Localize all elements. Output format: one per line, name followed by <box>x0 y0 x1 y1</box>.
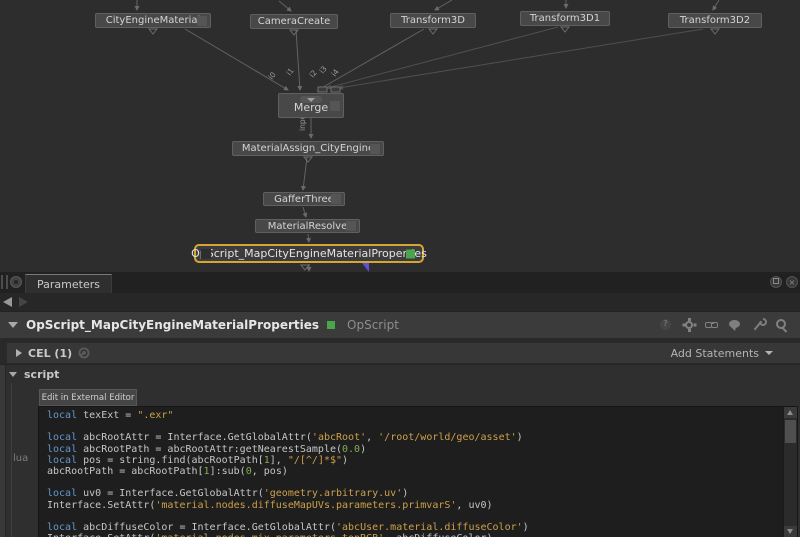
panel-window-buttons: × <box>770 276 798 288</box>
cel-label: CEL (1) <box>28 347 72 360</box>
collapse-parameters-icon[interactable] <box>8 322 18 328</box>
add-statements-label: Add Statements <box>671 347 759 360</box>
search-icon[interactable] <box>774 318 788 332</box>
glasses-icon[interactable] <box>705 318 719 332</box>
node-badge <box>346 221 356 231</box>
wrench-icon[interactable] <box>751 318 765 332</box>
add-statements-dropdown[interactable]: Add Statements <box>671 347 791 360</box>
code-line: local pos = string.find(abcRootPath[1], … <box>47 455 783 466</box>
script-language-label: lua <box>13 453 28 464</box>
script-group: script Edit in External Editor lua local… <box>0 364 800 537</box>
node-label: CameraCreate <box>258 16 330 27</box>
float-panel-icon[interactable] <box>770 276 782 288</box>
header-icons <box>659 318 792 332</box>
node-GafferThree[interactable]: GafferThree <box>263 192 345 206</box>
svg-text:i1: i1 <box>284 66 295 77</box>
expand-cel-icon[interactable] <box>16 349 22 357</box>
parameter-history-bar <box>0 293 800 311</box>
code-line: Interface.SetAttr('material.nodes.mix.pa… <box>47 533 783 537</box>
node-OpScript_MapCityEngineMaterialProperties[interactable]: OpScript_MapCityEngineMaterialProperties <box>194 244 424 263</box>
node-badge <box>197 16 207 26</box>
group-indent-line <box>11 383 12 537</box>
cel-reset-icon[interactable] <box>78 347 90 359</box>
help-icon[interactable] <box>659 318 673 332</box>
scroll-down-icon[interactable] <box>784 526 797 537</box>
tab-parameters[interactable]: Parameters <box>25 274 112 293</box>
node-badge <box>331 194 341 204</box>
node-Transform3D1[interactable]: Transform3D1 <box>520 11 610 26</box>
node-Merge[interactable]: Merge <box>278 93 344 118</box>
cel-statement-row[interactable]: CEL (1) Add Statements <box>7 343 800 363</box>
history-back-icon[interactable] <box>3 297 12 307</box>
script-code-lines: local texExt = ".exr" local abcRootAttr … <box>39 410 783 537</box>
node-enabled-indicator[interactable] <box>327 321 335 329</box>
node-Transform3D[interactable]: Transform3D <box>390 13 476 28</box>
parameters-panel: Parameters × OpScript_MapCityEngineMater… <box>0 272 800 537</box>
node-type-label: OpScript <box>347 318 399 332</box>
node-label: MaterialResolve <box>268 221 347 232</box>
code-line: local abcRootPath = abcRootAttr:getNeare… <box>47 444 783 455</box>
node-CameraCreate[interactable]: CameraCreate <box>250 14 338 29</box>
node-badge <box>330 101 340 111</box>
node-MaterialAssign_CityEngine[interactable]: MaterialAssign_CityEngine <box>232 141 384 156</box>
node-MaterialResolve[interactable]: MaterialResolve <box>255 219 360 233</box>
node-label: Transform3D <box>401 15 465 26</box>
code-line: Interface.SetAttr('material.nodes.diffus… <box>47 500 783 511</box>
gear-icon[interactable] <box>682 318 696 332</box>
merge-inputs-chevron-icon[interactable] <box>300 96 322 103</box>
panel-tab-bar: Parameters × <box>0 272 800 294</box>
svg-text:i4: i4 <box>329 67 340 78</box>
node-label: CityEngineMaterial <box>106 15 201 26</box>
node-name: OpScript_MapCityEngineMaterialProperties <box>26 318 319 332</box>
node-CityEngineMaterial[interactable]: CityEngineMaterial <box>95 13 211 28</box>
code-line: local uv0 = Interface.GetGlobalAttr('geo… <box>47 488 783 499</box>
node-enabled-indicator <box>406 249 415 258</box>
history-forward-icon[interactable] <box>19 297 28 307</box>
svg-text:i3: i3 <box>317 64 328 75</box>
node-graph-edges: i0i1i2i3i4input <box>0 0 800 272</box>
node-label: MaterialAssign_CityEngine <box>242 143 374 154</box>
code-line: abcRootPath = abcRootPath[1]:sub(0, pos) <box>47 466 783 477</box>
collapse-script-icon[interactable] <box>9 372 17 377</box>
code-line <box>47 511 783 522</box>
node-parameters-header: OpScript_MapCityEngineMaterialProperties… <box>0 311 800 338</box>
script-code-editor[interactable]: local texExt = ".exr" local abcRootAttr … <box>38 406 798 537</box>
node-label: OpScript_MapCityEngineMaterialProperties <box>191 247 427 260</box>
node-badge <box>370 144 380 154</box>
code-line <box>47 477 783 488</box>
node-label: GafferThree <box>274 194 334 205</box>
scroll-thumb[interactable] <box>785 420 796 443</box>
node-label: Transform3D1 <box>530 13 600 24</box>
tab-label: Parameters <box>37 278 100 291</box>
node-label: Transform3D2 <box>680 15 750 26</box>
node-flag-icon <box>362 263 369 272</box>
panel-menu-icon[interactable] <box>10 276 22 288</box>
comment-icon[interactable] <box>728 318 742 332</box>
code-scrollbar[interactable] <box>783 407 797 537</box>
close-panel-icon[interactable]: × <box>786 276 798 288</box>
code-line: local abcRootAttr = Interface.GetGlobalA… <box>47 432 783 443</box>
node-Transform3D2[interactable]: Transform3D2 <box>668 13 762 28</box>
edit-external-editor-button[interactable]: Edit in External Editor <box>39 389 137 406</box>
script-group-header[interactable]: script <box>9 368 59 381</box>
scroll-up-icon[interactable] <box>784 407 797 418</box>
code-line: local texExt = ".exr" <box>47 410 783 421</box>
svg-text:i0: i0 <box>266 70 277 81</box>
code-line: local abcDiffuseColor = Interface.GetGlo… <box>47 522 783 533</box>
katana-window: i0i1i2i3i4input CityEngineMaterialCamera… <box>0 0 800 537</box>
node-graph-panel[interactable]: i0i1i2i3i4input CityEngineMaterialCamera… <box>0 0 800 273</box>
node-badge <box>201 249 211 259</box>
code-line <box>47 421 783 432</box>
script-label: script <box>24 368 59 381</box>
panel-grip[interactable] <box>1 275 8 289</box>
chevron-down-icon <box>765 351 773 355</box>
panel-left-scrollbar[interactable] <box>0 365 6 537</box>
